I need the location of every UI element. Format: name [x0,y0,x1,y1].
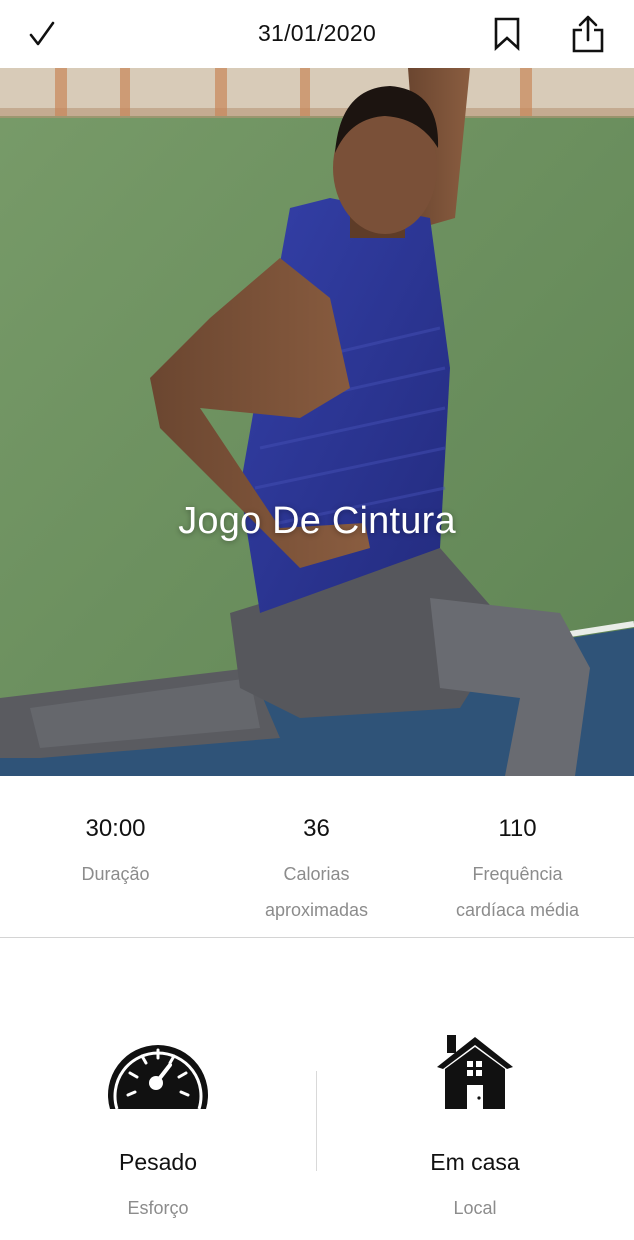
location-value: Em casa [430,1149,520,1175]
workout-hero-image: Jogo De Cintura [0,68,634,776]
workout-details: Pesado Esforço Em casa Local [0,939,634,1240]
bookmark-button[interactable] [485,12,529,56]
detail-location: Em casa Local [365,1019,585,1219]
effort-label: Esforço [127,1198,189,1218]
house-icon [437,1035,513,1109]
stat-heart-rate-label: Frequência cardíaca média [455,864,580,920]
done-button[interactable] [20,12,64,56]
share-button[interactable] [566,12,610,56]
details-divider [316,1071,317,1171]
workout-stats: 30:00 Duração 36 Calorias aproximadas 11… [0,776,634,938]
workout-date: 31/01/2020 [257,20,377,46]
share-icon [572,15,604,53]
effort-value: Pesado [118,1149,197,1175]
detail-effort: Pesado Esforço [48,1019,268,1219]
checkmark-icon [29,21,55,46]
location-label: Local [453,1198,497,1218]
stat-duration-label: Duração [81,864,150,884]
stat-heart-rate: 110 Frequência cardíaca média [412,814,623,928]
bookmark-icon [494,17,520,51]
stat-duration-value: 30:00 [85,815,146,842]
speedometer-icon [108,1045,208,1110]
athlete-lunge-photo [0,68,634,776]
stat-calories: 36 Calorias aproximadas [211,814,422,928]
workout-title: Jogo De Cintura [178,500,456,542]
stat-heart-rate-value: 110 [498,815,537,842]
stat-calories-value: 36 [303,815,330,842]
stat-calories-label: Calorias aproximadas [264,864,369,920]
stat-duration: 30:00 Duração [10,814,221,892]
top-bar: 31/01/2020 [0,0,634,68]
